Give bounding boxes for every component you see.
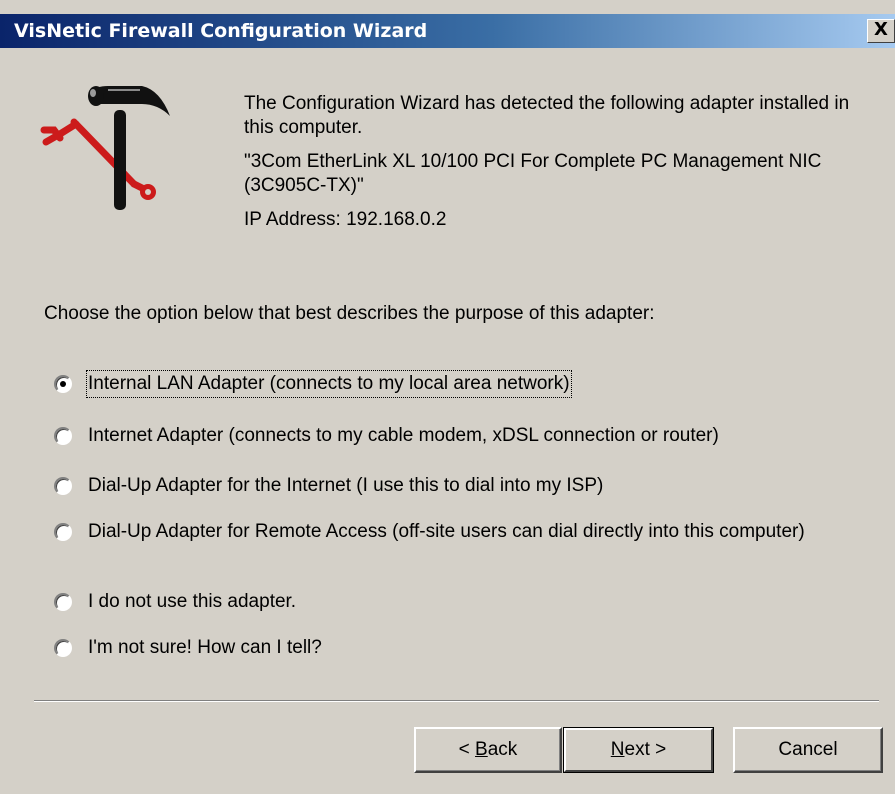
radio-dialup-internet[interactable] [54,477,72,495]
radio-dialup-remote[interactable] [54,523,72,541]
close-button[interactable]: X [867,19,895,43]
next-label: ext > [624,739,667,760]
ip-address: IP Address: 192.168.0.2 [244,209,447,230]
option-dialup-remote[interactable]: Dial-Up Adapter for Remote Access (off-s… [54,520,874,544]
next-button-face[interactable]: Next > [564,728,713,772]
wizard-window: VisNetic Firewall Configuration Wizard X [0,0,895,794]
radio-not-sure[interactable] [54,639,72,657]
option-label[interactable]: I do not use this adapter. [88,590,808,614]
wizard-hammer-wrench-icon [38,82,174,223]
separator-line [34,700,879,702]
option-label[interactable]: Internal LAN Adapter (connects to my loc… [86,370,572,398]
back-mnemonic: B [475,739,488,760]
back-label: ack [487,739,518,760]
option-internet[interactable]: Internet Adapter (connects to my cable m… [54,424,874,448]
detected-message: The Configuration Wizard has detected th… [244,93,850,138]
next-button[interactable]: Next > [563,727,714,773]
close-icon: X [874,19,888,40]
adapter-name: "3Com EtherLink XL 10/100 PCI For Comple… [244,151,822,196]
option-label[interactable]: I'm not sure! How can I tell? [88,636,808,660]
radio-internal-lan[interactable] [54,375,72,393]
option-label[interactable]: Dial-Up Adapter for Remote Access (off-s… [88,520,808,544]
cancel-button[interactable]: Cancel [733,727,883,773]
radio-internet[interactable] [54,427,72,445]
radio-not-used[interactable] [54,593,72,611]
option-label[interactable]: Internet Adapter (connects to my cable m… [88,424,808,448]
option-not-used[interactable]: I do not use this adapter. [54,590,874,614]
intro-text: The Configuration Wizard has detected th… [244,92,864,242]
back-button[interactable]: < Back [414,727,562,773]
option-not-sure[interactable]: I'm not sure! How can I tell? [54,636,874,660]
option-dialup-internet[interactable]: Dial-Up Adapter for the Internet (I use … [54,474,874,498]
back-arrow: < [458,739,476,760]
option-prompt: Choose the option below that best descri… [44,303,655,324]
option-internal-lan[interactable]: Internal LAN Adapter (connects to my loc… [54,370,874,398]
window-title: VisNetic Firewall Configuration Wizard [14,20,428,42]
cancel-label: Cancel [778,739,838,760]
option-label[interactable]: Dial-Up Adapter for the Internet (I use … [88,474,808,498]
title-bar[interactable]: VisNetic Firewall Configuration Wizard X [0,14,895,48]
next-mnemonic: N [610,739,625,760]
